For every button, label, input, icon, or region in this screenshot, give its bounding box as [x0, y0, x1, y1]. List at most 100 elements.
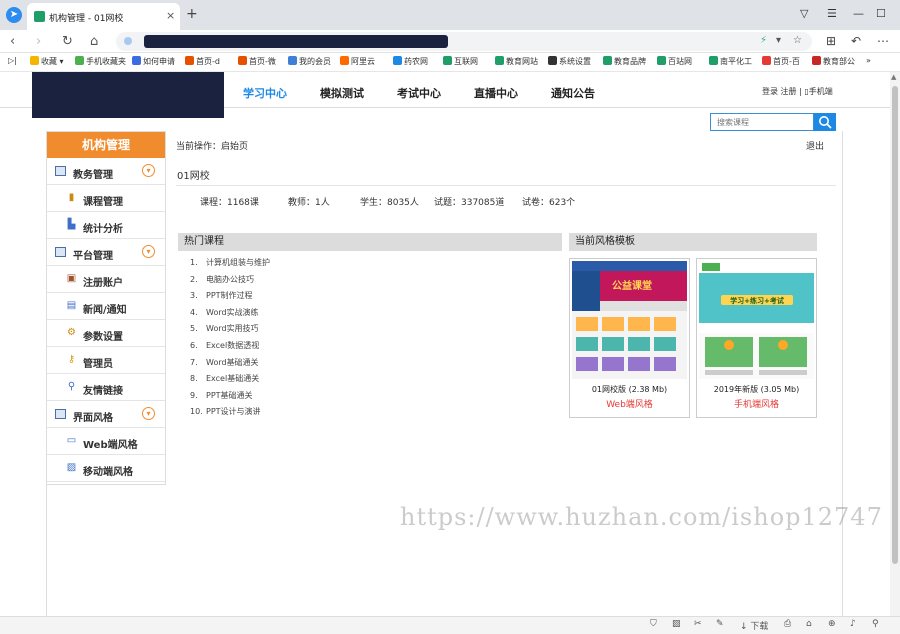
shield-icon[interactable]: ⛉ [650, 619, 657, 629]
scroll-up-icon[interactable]: ▲ [891, 73, 896, 81]
bookmark-item[interactable]: 阿里云 [340, 56, 375, 67]
menu-icon[interactable]: ☰ [827, 7, 837, 20]
scissors-icon[interactable]: ✂ [694, 619, 702, 629]
sidebar-group-academic[interactable]: 教务管理 ▾ [47, 158, 165, 185]
template-preview-image: 公益课堂 [572, 261, 687, 379]
list-item[interactable]: 5. Word实用技巧 [190, 321, 270, 338]
bookmark-item[interactable]: 药农网 [393, 56, 428, 67]
logout-link[interactable]: 退出 [806, 139, 824, 152]
volume-icon[interactable]: ♪ [850, 619, 856, 629]
undo-icon[interactable]: ↶ [851, 34, 861, 48]
bookmark-item[interactable]: 手机收藏夹 [75, 56, 126, 67]
mobile-link[interactable]: 手机端 [809, 87, 833, 96]
bookmark-item[interactable]: 首页-微 [238, 56, 276, 67]
sidebar-item-course-management[interactable]: ▮ 课程管理 [47, 185, 165, 212]
bookmark-item[interactable]: 互联网 [443, 56, 478, 67]
bookmark-item[interactable]: 南平化工 [709, 56, 752, 67]
list-item[interactable]: 7. Word基础通关 [190, 355, 270, 372]
nav-exam-center[interactable]: 考试中心 [397, 85, 441, 101]
bookmark-item[interactable]: 教育品牌 [603, 56, 646, 67]
bookmark-item[interactable]: 百站网 [657, 56, 692, 67]
search-button[interactable] [814, 113, 836, 131]
bookmark-item[interactable]: 首页-d [185, 56, 220, 67]
minimize-icon[interactable]: — [853, 7, 864, 20]
sidebar-item-admin[interactable]: ⚷ 管理员 [47, 347, 165, 374]
url-field[interactable]: ⚡ ▾ ☆ [116, 32, 812, 51]
list-item[interactable]: 3. PPT制作过程 [190, 288, 270, 305]
nav-mock-test[interactable]: 模拟测试 [320, 85, 364, 101]
shirt-skin-icon[interactable]: ▽ [800, 7, 808, 20]
sidebar-item-mobile-style[interactable]: ▨ 移动端风格 [47, 455, 165, 482]
list-item[interactable]: 6. Excel数据透视 [190, 338, 270, 355]
nav-learning-center[interactable]: 学习中心 [243, 85, 287, 101]
chevron-down-icon[interactable]: ▾ [142, 245, 155, 258]
list-item[interactable]: 1. 计算机组装与维护 [190, 255, 270, 272]
sidebar-group-platform[interactable]: 平台管理 ▾ [47, 239, 165, 266]
watermark-text: https://www.huzhan.com/ishop12747 [400, 503, 883, 531]
site-logo-redacted[interactable] [32, 72, 224, 118]
stat-students: 学生：8035人 [360, 198, 419, 208]
grid-icon[interactable]: ⊞ [826, 34, 836, 48]
template-name: 01网校版 (2.38 Mb) [591, 385, 668, 394]
more-icon[interactable]: ⋯ [877, 34, 889, 48]
printer-icon[interactable]: ⎙ [784, 619, 791, 629]
back-icon[interactable]: ‹ [10, 34, 15, 49]
search-icon [819, 116, 832, 129]
bookmarks-more-icon[interactable]: » [866, 56, 871, 65]
login-link[interactable]: 登录 [762, 87, 778, 96]
bookmark-item[interactable]: 系统设置 [548, 56, 591, 67]
course-search-input[interactable] [710, 113, 814, 131]
dropdown-icon[interactable]: ▾ [776, 35, 781, 46]
browser-logo-icon[interactable]: ➤ [6, 7, 22, 23]
star-icon[interactable]: ☆ [793, 35, 802, 46]
bookmark-toggle-icon[interactable]: ▷| [8, 56, 17, 65]
browser-tab[interactable]: 机构管理 - 01网校 × [27, 3, 180, 30]
search-icon[interactable]: ⚲ [872, 619, 879, 629]
bookmark-item[interactable]: 首页-百 [762, 56, 800, 67]
template-card-mobile[interactable]: 学习+练习+考试 2019年新版 (3.05 Mb) 手机端风格 [696, 258, 817, 418]
sidebar-item-settings[interactable]: ⚙ 参数设置 [47, 320, 165, 347]
bookmark-item[interactable]: 如何申请 [132, 56, 175, 67]
reload-icon[interactable]: ↻ [62, 34, 73, 49]
download-icon[interactable]: ↓ 下载 [740, 619, 768, 632]
nav-announcements[interactable]: 通知公告 [551, 85, 595, 101]
bookmark-favorites[interactable]: 收藏 ▾ [30, 56, 64, 67]
brush-icon[interactable]: ✎ [716, 619, 724, 629]
nav-live-center[interactable]: 直播中心 [474, 85, 518, 101]
cart-icon[interactable]: ⌂ [806, 619, 812, 629]
list-item[interactable]: 2. 电脑办公技巧 [190, 272, 270, 289]
template-type-link[interactable]: 手机端风格 [697, 397, 816, 410]
list-item[interactable]: 4. Word实战演练 [190, 305, 270, 322]
hot-course-list: 1. 计算机组装与维护 2. 电脑办公技巧 3. PPT制作过程 4. Word实战演练… [190, 255, 270, 421]
home-icon[interactable]: ⌂ [90, 34, 98, 49]
template-card-web[interactable]: 公益课堂 01网校版 (2.38 Mb) Web端风格 [569, 258, 690, 418]
tab-close-icon[interactable]: × [166, 9, 175, 22]
list-item[interactable]: 9. PPT基础通关 [190, 388, 270, 405]
sidebar-item-news[interactable]: ▤ 新闻/通知 [47, 293, 165, 320]
image-icon[interactable]: ▨ [672, 619, 681, 629]
scroll-thumb[interactable] [892, 86, 898, 564]
chevron-down-icon[interactable]: ▾ [142, 407, 155, 420]
new-tab-icon[interactable]: + [186, 6, 198, 22]
user-card-icon: ▣ [66, 273, 77, 284]
page-scrollbar[interactable]: ▲ [890, 72, 900, 616]
sidebar-item-web-style[interactable]: ▭ Web端风格 [47, 428, 165, 455]
lightning-icon[interactable]: ⚡ [760, 35, 767, 46]
sidebar-item-links[interactable]: ⚲ 友情链接 [47, 374, 165, 401]
chevron-down-icon[interactable]: ▾ [142, 164, 155, 177]
template-banner-text: 公益课堂 [612, 279, 652, 292]
bookmark-item[interactable]: 我的会员 [288, 56, 331, 67]
sidebar-group-style[interactable]: 界面风格 ▾ [47, 401, 165, 428]
maximize-icon[interactable]: ☐ [876, 7, 886, 20]
register-link[interactable]: 注册 [781, 87, 797, 96]
list-item[interactable]: 8. Excel基础通关 [190, 371, 270, 388]
sidebar-item-register-account[interactable]: ▣ 注册账户 [47, 266, 165, 293]
browser-statusbar: ⛉ ▨ ✂ ✎ ↓ 下载 ⎙ ⌂ ⊕ ♪ ⚲ [0, 616, 900, 634]
forward-icon[interactable]: › [36, 34, 41, 49]
list-item[interactable]: 10. PPT设计与演讲 [190, 404, 270, 421]
bookmark-item[interactable]: 教育网站 [495, 56, 538, 67]
sidebar-item-statistics[interactable]: ▙ 统计分析 [47, 212, 165, 239]
zoom-icon[interactable]: ⊕ [828, 619, 836, 629]
bookmark-item[interactable]: 教育部公 [812, 56, 855, 67]
template-type-link[interactable]: Web端风格 [570, 397, 689, 410]
